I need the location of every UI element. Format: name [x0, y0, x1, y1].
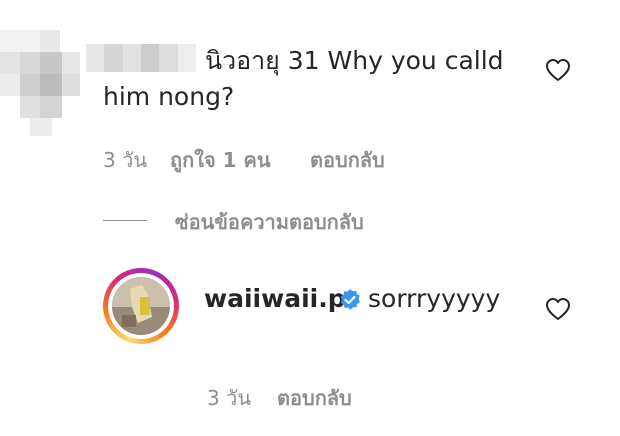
- hide-replies-button[interactable]: ซ่อนข้อความตอบกลับ: [175, 206, 364, 238]
- reply-reply-button[interactable]: ตอบกลับ: [277, 382, 352, 414]
- comment-text-line-1: นิวอายุ 31 Why you calld: [205, 46, 504, 75]
- hide-replies-line: [103, 220, 147, 221]
- blurred-avatar: [0, 30, 80, 140]
- verified-badge-icon: [340, 289, 360, 310]
- comment-time: 3 วัน: [103, 148, 147, 172]
- comment-likes[interactable]: ถูกใจ 1 คน: [170, 144, 271, 176]
- reply-text: sorrryyyyy: [368, 284, 501, 313]
- reply-time: 3 วัน: [207, 386, 251, 410]
- reply-username[interactable]: waiiwaii.p: [204, 284, 346, 313]
- avatar[interactable]: [112, 277, 170, 335]
- comment-text-line-2: him nong?: [103, 82, 235, 111]
- avatar-photo-icon: [112, 277, 170, 335]
- heart-icon[interactable]: [545, 297, 571, 321]
- blurred-username[interactable]: [86, 44, 196, 72]
- comment-reply-button[interactable]: ตอบกลับ: [310, 144, 385, 176]
- heart-icon[interactable]: [545, 58, 571, 82]
